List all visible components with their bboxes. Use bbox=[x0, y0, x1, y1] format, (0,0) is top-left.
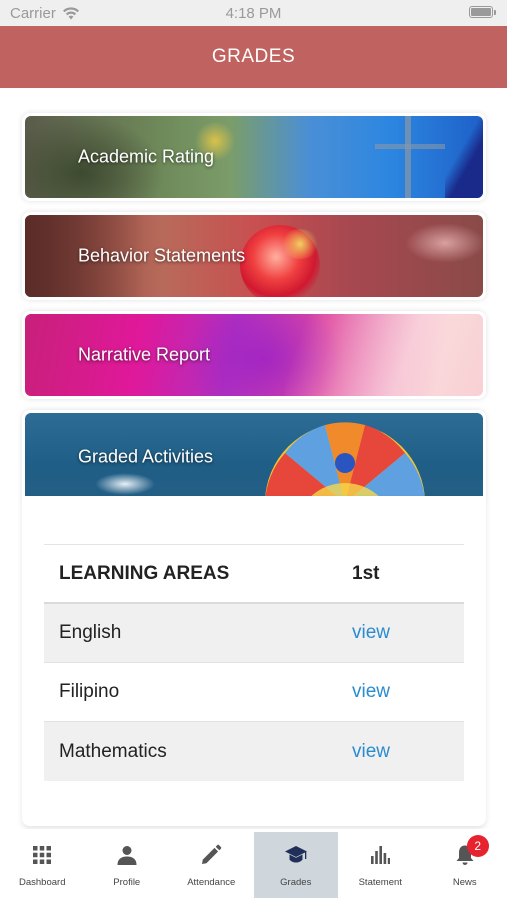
quarter-header: 1st bbox=[352, 562, 380, 584]
tab-attendance[interactable]: Attendance bbox=[169, 829, 254, 900]
narrative-report-label: Narrative Report bbox=[78, 344, 211, 365]
graduation-cap-icon bbox=[284, 846, 307, 863]
bottom-tab-bar: Dashboard Profile Attendance Grades Stat… bbox=[0, 829, 507, 900]
tab-label: Grades bbox=[280, 877, 312, 888]
view-link[interactable]: view bbox=[352, 681, 390, 703]
tab-news[interactable]: 2 News bbox=[423, 829, 507, 900]
tab-label: Statement bbox=[358, 877, 402, 888]
tab-profile[interactable]: Profile bbox=[85, 829, 170, 900]
academic-rating-card[interactable]: Academic Rating bbox=[22, 113, 486, 201]
parasail-image bbox=[265, 422, 425, 500]
view-link[interactable]: view bbox=[352, 622, 390, 644]
tab-label: Dashboard bbox=[19, 877, 66, 888]
status-bar: Carrier 4:18 PM bbox=[0, 0, 507, 26]
tab-label: Profile bbox=[113, 877, 141, 888]
behavior-statements-banner: Behavior Statements bbox=[25, 215, 483, 297]
person-icon bbox=[117, 846, 137, 865]
tab-grades[interactable]: Grades bbox=[253, 832, 338, 898]
graded-activities-banner: Graded Activities bbox=[25, 413, 483, 500]
notification-badge: 2 bbox=[466, 835, 489, 857]
behavior-statements-label: Behavior Statements bbox=[78, 245, 246, 266]
behavior-statements-card[interactable]: Behavior Statements bbox=[22, 212, 486, 300]
page-title: GRADES bbox=[0, 26, 507, 88]
learning-areas-header: LEARNING AREAS bbox=[59, 562, 230, 584]
learning-area-name: Filipino bbox=[59, 681, 120, 702]
grades-panel: LEARNING AREAS 1st English view Filipino… bbox=[22, 496, 486, 826]
table-header-row: LEARNING AREAS 1st bbox=[44, 545, 464, 604]
graded-activities-label: Graded Activities bbox=[78, 446, 214, 466]
tab-dashboard[interactable]: Dashboard bbox=[0, 829, 85, 900]
tab-label: News bbox=[452, 877, 477, 888]
academic-rating-label: Academic Rating bbox=[78, 146, 215, 167]
bar-chart-icon bbox=[371, 846, 391, 864]
learning-areas-table: LEARNING AREAS 1st English view Filipino… bbox=[44, 544, 464, 781]
pencil-icon bbox=[202, 844, 222, 864]
narrative-report-card[interactable]: Narrative Report bbox=[22, 311, 486, 399]
learning-area-name: English bbox=[59, 622, 122, 643]
table-row: English view bbox=[44, 604, 464, 663]
grid-icon bbox=[33, 846, 52, 864]
view-link[interactable]: view bbox=[352, 741, 390, 763]
battery-icon bbox=[469, 6, 496, 18]
tab-statement[interactable]: Statement bbox=[338, 829, 423, 900]
table-row: Filipino view bbox=[44, 663, 464, 722]
status-time: 4:18 PM bbox=[225, 5, 282, 22]
table-row: Mathematics view bbox=[44, 722, 464, 781]
tab-label: Attendance bbox=[187, 877, 236, 888]
graded-activities-card[interactable]: Graded Activities bbox=[22, 410, 486, 500]
academic-rating-banner: Academic Rating bbox=[25, 116, 483, 198]
learning-area-name: Mathematics bbox=[59, 740, 167, 762]
narrative-report-banner: Narrative Report bbox=[25, 314, 483, 396]
